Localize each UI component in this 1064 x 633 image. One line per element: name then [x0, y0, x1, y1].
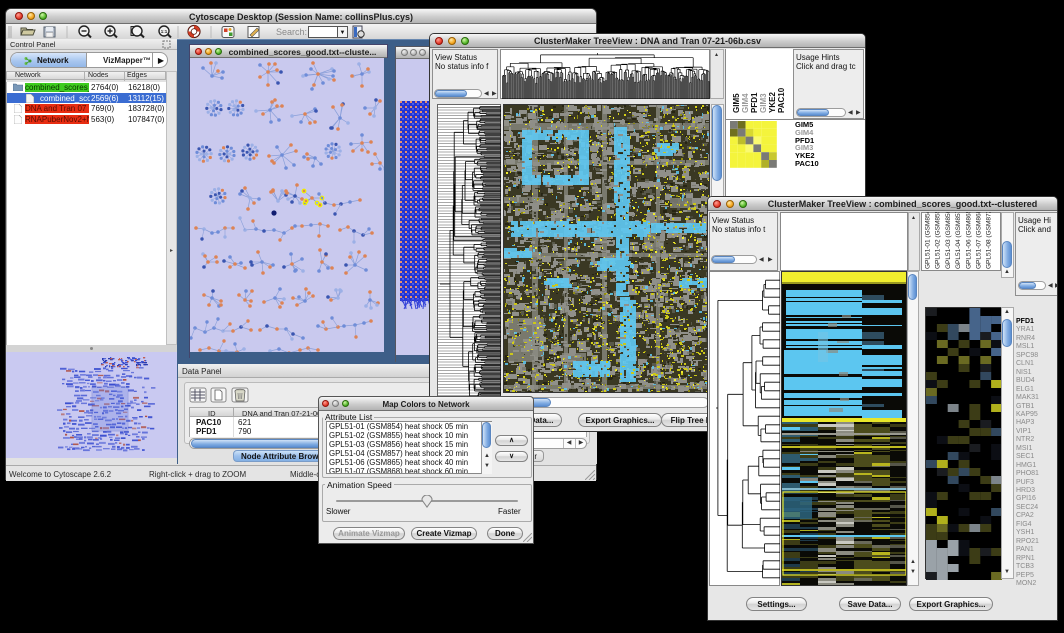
svg-text:GIM3: GIM3	[759, 93, 768, 113]
svg-text:PFD1: PFD1	[750, 92, 759, 113]
svg-text:1:1: 1:1	[161, 29, 168, 34]
svg-text:GIM5: GIM5	[732, 93, 741, 113]
svg-text:PAC10: PAC10	[777, 87, 786, 113]
svg-text:GIM4: GIM4	[741, 93, 750, 113]
svg-text:YKE2: YKE2	[768, 92, 777, 113]
